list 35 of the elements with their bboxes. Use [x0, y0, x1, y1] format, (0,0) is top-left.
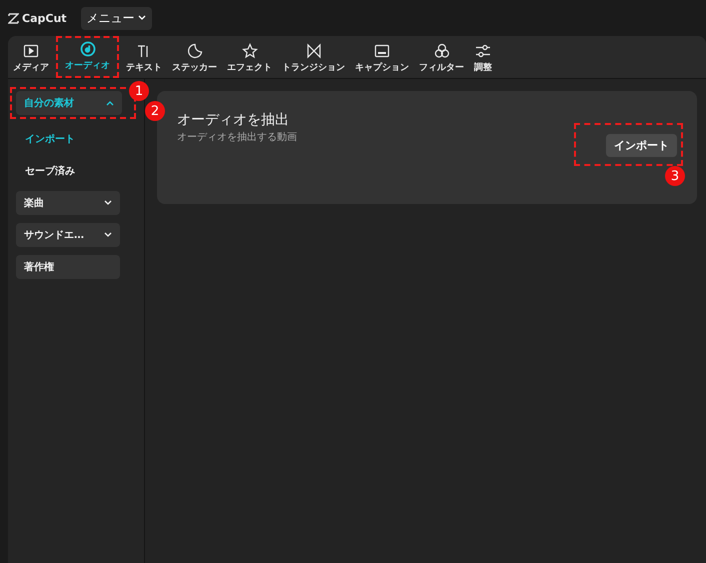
category-link[interactable]: セーブ済み [16, 159, 136, 183]
chevron-icon [138, 15, 146, 21]
chevron-icon [104, 232, 112, 238]
tab[interactable]: トランジション [279, 40, 348, 78]
logo-icon [8, 12, 19, 24]
category-button[interactable]: サウンドエ… [16, 223, 120, 247]
step-number: 2 [145, 101, 165, 121]
step-number: 3 [665, 166, 685, 186]
star-icon [242, 43, 258, 59]
category-button[interactable]: 楽曲 [16, 191, 120, 215]
card-subtitle: オーディオを抽出する動画 [177, 130, 297, 144]
category-button[interactable]: 著作権 [16, 255, 120, 279]
music-note-icon [80, 41, 96, 57]
filter-icon [434, 43, 450, 59]
caption-icon [374, 43, 390, 59]
chevron-icon [106, 100, 114, 106]
sliders-icon [475, 43, 491, 59]
category-link[interactable]: インポート [16, 127, 136, 151]
tab[interactable]: キャプション [352, 40, 412, 78]
tab[interactable]: ステッカー [169, 40, 220, 78]
import-button[interactable]: インポート [606, 134, 677, 157]
tab[interactable]: エフェクト [224, 40, 275, 78]
category-button[interactable]: 自分の素材 [16, 91, 122, 115]
sticker-icon [186, 43, 202, 59]
tab[interactable]: テキスト [123, 40, 165, 78]
tab[interactable]: フィルター [416, 40, 467, 78]
play-icon [23, 43, 39, 59]
tab[interactable]: メディア [10, 40, 52, 78]
app-name: CapCut [22, 12, 67, 24]
chevron-icon [104, 200, 112, 206]
bowtie-icon [306, 43, 322, 59]
menu-button[interactable]: メニュー [80, 6, 152, 30]
tab[interactable]: 調整 [471, 40, 495, 78]
tab[interactable]: オーディオ [62, 38, 113, 76]
card-title: オーディオを抽出 [177, 111, 290, 129]
